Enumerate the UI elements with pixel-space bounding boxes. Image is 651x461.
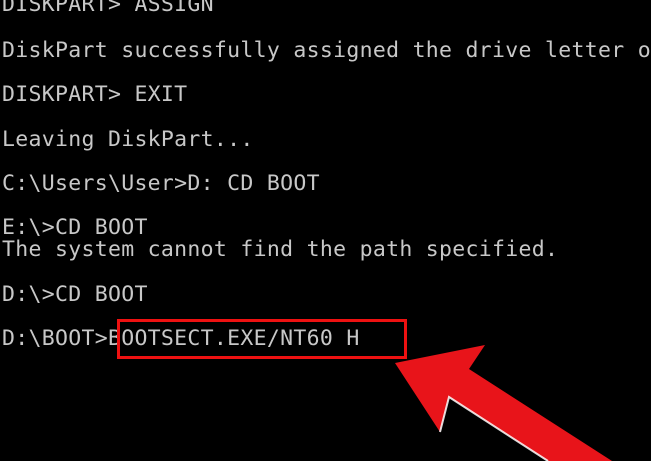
console-line-path-error: The system cannot find the path specifie… (2, 237, 559, 262)
console-line-leaving: Leaving DiskPart... (2, 127, 254, 152)
console-line-cd-boot-d: D:\>CD BOOT (2, 282, 148, 307)
console-line-assign-result: DiskPart successfully assigned the drive… (2, 38, 651, 63)
console-line-assign: DISKPART> ASSIGN (2, 0, 214, 17)
console-line-exit: DISKPART> EXIT (2, 82, 188, 107)
command-highlight-box (117, 319, 407, 359)
console-line-cd-boot-c: C:\Users\User>D: CD BOOT (2, 171, 320, 196)
console-prompt: D:\BOOT> (2, 326, 108, 351)
command-prompt-window: DISKPART> ASSIGN DiskPart successfully a… (0, 0, 651, 461)
